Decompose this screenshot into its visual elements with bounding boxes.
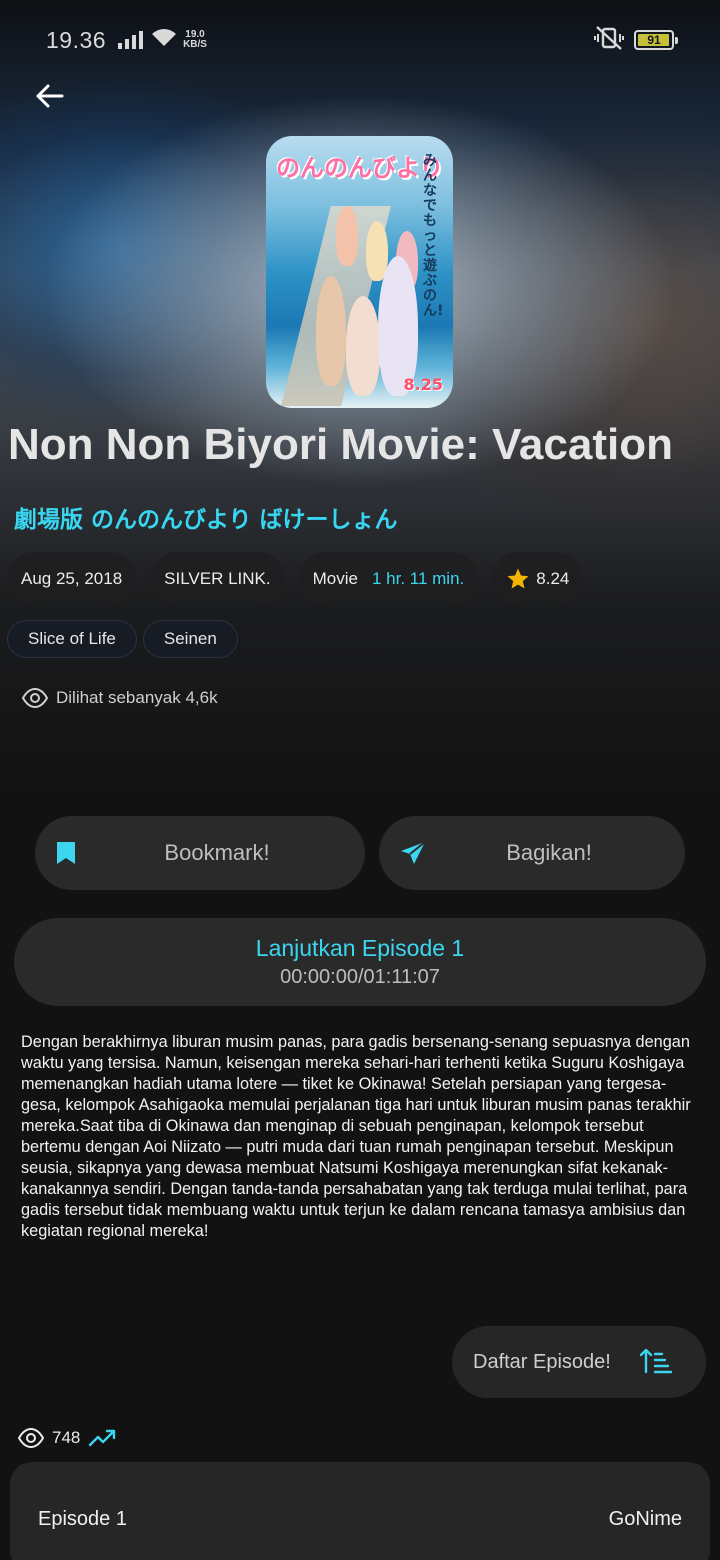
poster-tagline: みんなでもっと遊ぶのん! (423, 153, 444, 319)
continue-episode-button[interactable]: Lanjutkan Episode 1 00:00:00/01:11:07 (14, 918, 706, 1006)
network-speed: 19.0 KB/S (183, 30, 207, 50)
status-bar: 19.36 19.0 KB/S 91 (0, 0, 720, 80)
info-chips: Aug 25, 2018 SILVER LINK. Movie 1 hr. 11… (7, 552, 584, 606)
studio-name: SILVER LINK. (164, 569, 271, 588)
genre-chips: Slice of Life Seinen (7, 620, 238, 658)
episode-stats: 748 (18, 1428, 118, 1448)
score-value: 8.24 (536, 569, 570, 588)
episode-views-count: 748 (52, 1428, 81, 1447)
poster-logo: のんのんびより (276, 154, 444, 182)
star-icon (506, 567, 530, 591)
signal-icon (118, 31, 144, 49)
share-button[interactable]: Bagikan! (379, 816, 685, 890)
studio-chip: SILVER LINK. (150, 552, 285, 606)
arrow-left-icon (36, 84, 64, 108)
battery-level: 91 (647, 33, 661, 47)
trending-up-icon (89, 1429, 116, 1447)
bookmark-label: Bookmark! (164, 840, 270, 865)
episode-title: Episode 1 (38, 1508, 127, 1530)
poster-image: のんのんびより みんなでもっと遊ぶのん! 8.25 (266, 136, 453, 408)
genre-chip[interactable]: Seinen (142, 620, 238, 658)
anime-title: Non Non Biyori Movie: Vacation (8, 420, 673, 469)
continue-progress: 00:00:00/01:11:07 (280, 966, 440, 988)
eye-icon (18, 1428, 44, 1448)
episode-source: GoNime (608, 1508, 682, 1530)
bookmark-button[interactable]: Bookmark! (35, 816, 365, 890)
view-count-text: Dilihat sebanyak 4,6k (56, 688, 218, 707)
episode-card[interactable]: Episode 1 GoNime (10, 1462, 710, 1560)
synopsis-text: Dengan berakhirnya liburan musim panas, … (21, 1033, 691, 1240)
release-date: Aug 25, 2018 (21, 569, 123, 588)
genre-chip[interactable]: Slice of Life (7, 620, 137, 658)
poster-date: 8.25 (403, 375, 443, 394)
network-speed-unit: KB/S (183, 39, 207, 50)
episode-list-button[interactable]: Daftar Episode! (452, 1326, 706, 1398)
bookmark-icon (55, 840, 77, 870)
send-icon (399, 840, 427, 870)
type-chip: Movie 1 hr. 11 min. (298, 552, 479, 606)
episode-list-label: Daftar Episode! (473, 1350, 611, 1373)
release-date-chip: Aug 25, 2018 (7, 552, 137, 606)
anime-type: Movie (312, 569, 358, 588)
wifi-icon (151, 28, 177, 53)
duration: 1 hr. 11 min. (371, 569, 465, 588)
score-chip: 8.24 (492, 552, 584, 606)
vibrate-off-icon (594, 25, 624, 55)
sort-ascending-icon (639, 1348, 673, 1380)
anime-alt-title: 劇場版 のんのんびより ばけーしょん (14, 507, 398, 533)
continue-label: Lanjutkan Episode 1 (255, 935, 465, 961)
back-button[interactable] (30, 78, 70, 114)
eye-icon (22, 688, 48, 708)
status-time: 19.36 (46, 26, 107, 53)
view-count: Dilihat sebanyak 4,6k (22, 688, 218, 708)
battery-icon: 91 (634, 30, 678, 50)
